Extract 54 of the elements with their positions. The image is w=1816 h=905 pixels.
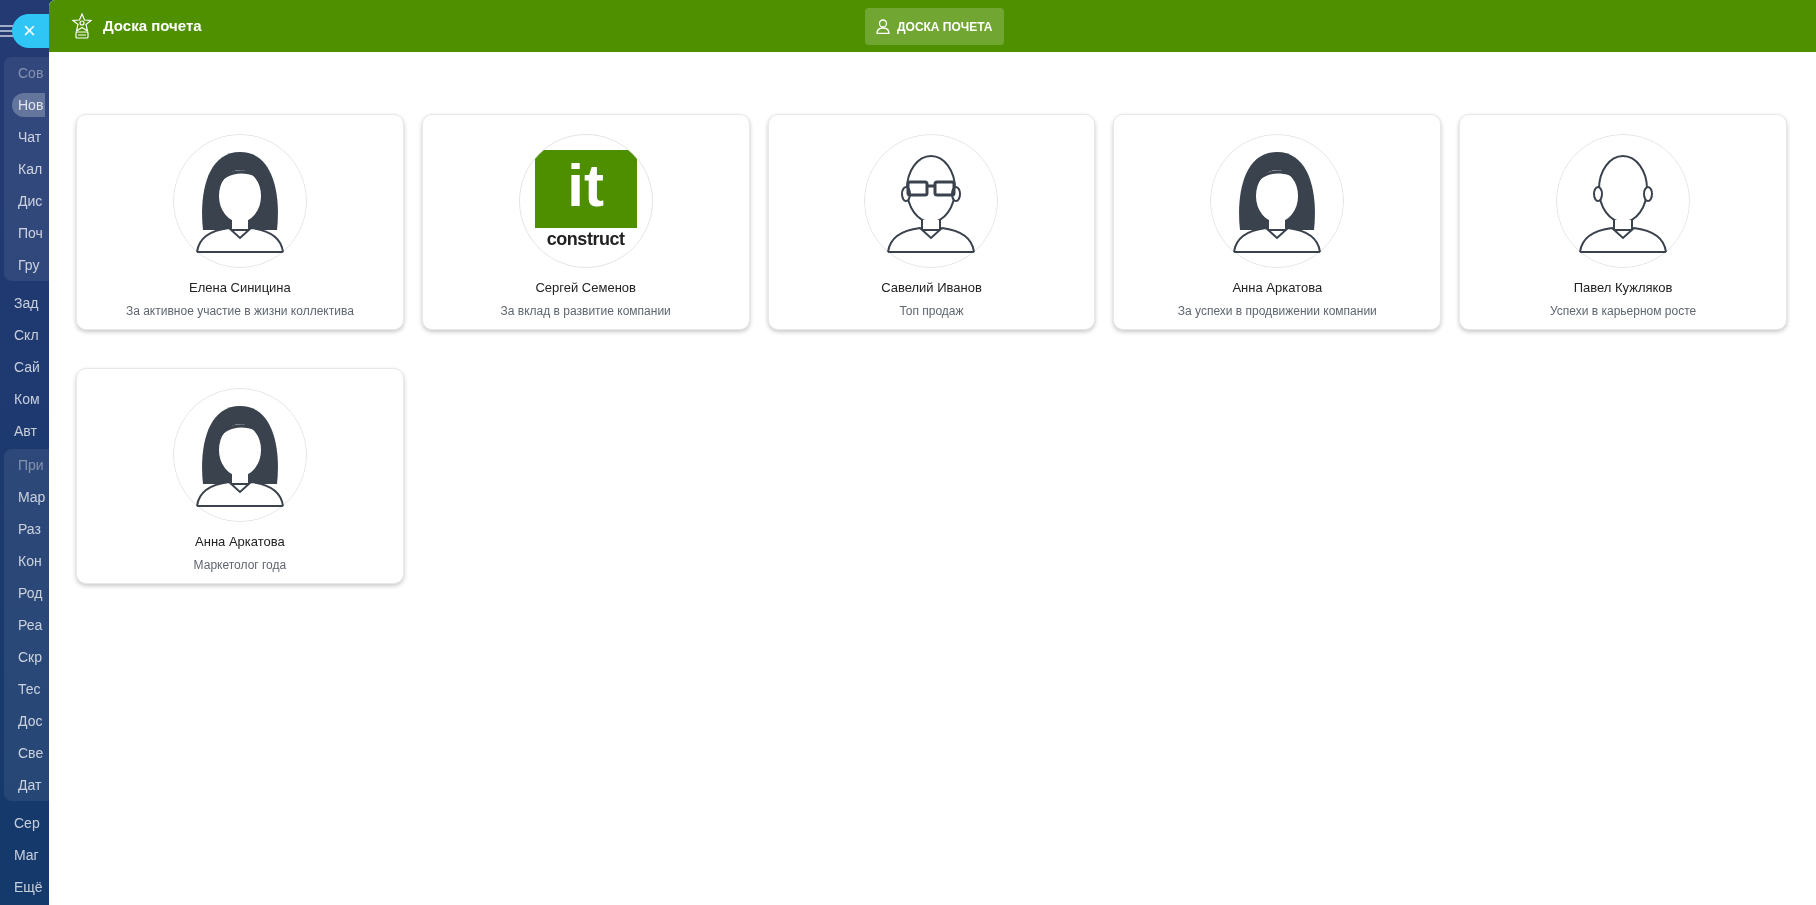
menu-item[interactable]: Кон <box>12 549 44 573</box>
menu-icon[interactable] <box>0 25 14 37</box>
award-card[interactable]: Анна Аркатова За успехи в продвижении компании <box>1113 114 1442 330</box>
menu-item[interactable]: Дис <box>12 189 45 213</box>
award-reason: За вклад в развитие компании <box>500 302 671 320</box>
award-card[interactable]: Павел Кужляков Успехи в карьерном росте <box>1459 114 1787 330</box>
menu-item[interactable]: Поч <box>12 221 45 245</box>
menu-item[interactable]: Кал <box>12 157 45 181</box>
award-card[interactable]: Елена Синицина За активное участие в жизни коллектива <box>76 114 404 330</box>
employee-name: Павел Кужляков <box>1573 279 1673 297</box>
award-reason: Успехи в карьерном росте <box>1550 302 1697 320</box>
employee-name: Елена Синицина <box>189 279 291 297</box>
award-reason: За успехи в продвижении компании <box>1177 302 1377 320</box>
menu-item[interactable]: Авт <box>8 419 39 443</box>
menu-item[interactable]: Ещё <box>8 875 45 899</box>
employee-name: Анна Аркатова <box>195 533 285 551</box>
award-reason: Маркетолог года <box>193 556 287 574</box>
menu-item[interactable]: Раз <box>12 517 43 541</box>
woman-avatar-icon <box>172 388 307 522</box>
user-icon <box>876 19 890 34</box>
employee-name: Анна Аркатова <box>1232 279 1323 297</box>
woman-avatar-icon <box>1210 134 1345 268</box>
menu-item[interactable]: Зад <box>8 291 41 315</box>
menu-item[interactable]: Скр <box>12 645 45 669</box>
woman-avatar-icon <box>172 134 307 268</box>
employee-name: Савелий Иванов <box>881 279 982 297</box>
star-trophy-icon <box>70 13 94 39</box>
menu-item[interactable]: Реа <box>12 613 45 637</box>
man-avatar-icon <box>1556 134 1691 268</box>
menu-item[interactable]: Дос <box>12 709 45 733</box>
menu-item[interactable]: Скл <box>8 323 41 347</box>
menu-item[interactable]: Сай <box>8 355 42 379</box>
menu-item[interactable]: Маг <box>8 843 41 867</box>
man-with-glasses-avatar-icon <box>864 134 999 268</box>
menu-item[interactable]: Све <box>12 741 46 765</box>
award-reason: Топ продаж <box>899 302 964 320</box>
menu-item[interactable]: Род <box>12 581 45 605</box>
award-reason: За активное участие в жизни коллектива <box>125 302 354 320</box>
menu-item[interactable]: Сер <box>8 811 42 835</box>
company-logo: it construct <box>534 150 637 252</box>
menu-item[interactable]: Ком <box>8 387 42 411</box>
menu-item[interactable]: Дат <box>12 773 44 797</box>
section-heading: При <box>18 455 44 475</box>
award-card[interactable]: it construct Сергей Семенов За вклад в развитие компании <box>421 114 750 330</box>
employee-name: Сергей Семенов <box>535 279 636 297</box>
award-card[interactable]: Анна Аркатова Маркетолог года <box>76 368 404 584</box>
menu-item[interactable]: Чат <box>12 125 44 149</box>
menu-item[interactable]: Мар <box>12 485 48 509</box>
section-heading: Сов <box>18 63 44 83</box>
award-card[interactable]: Савелий Иванов Топ продаж <box>767 114 1096 330</box>
menu-item[interactable]: Нов <box>12 93 46 117</box>
menu-item[interactable]: Гру <box>12 253 42 277</box>
page-title: Доска почета <box>103 15 202 36</box>
menu-item[interactable]: Тес <box>12 677 43 701</box>
